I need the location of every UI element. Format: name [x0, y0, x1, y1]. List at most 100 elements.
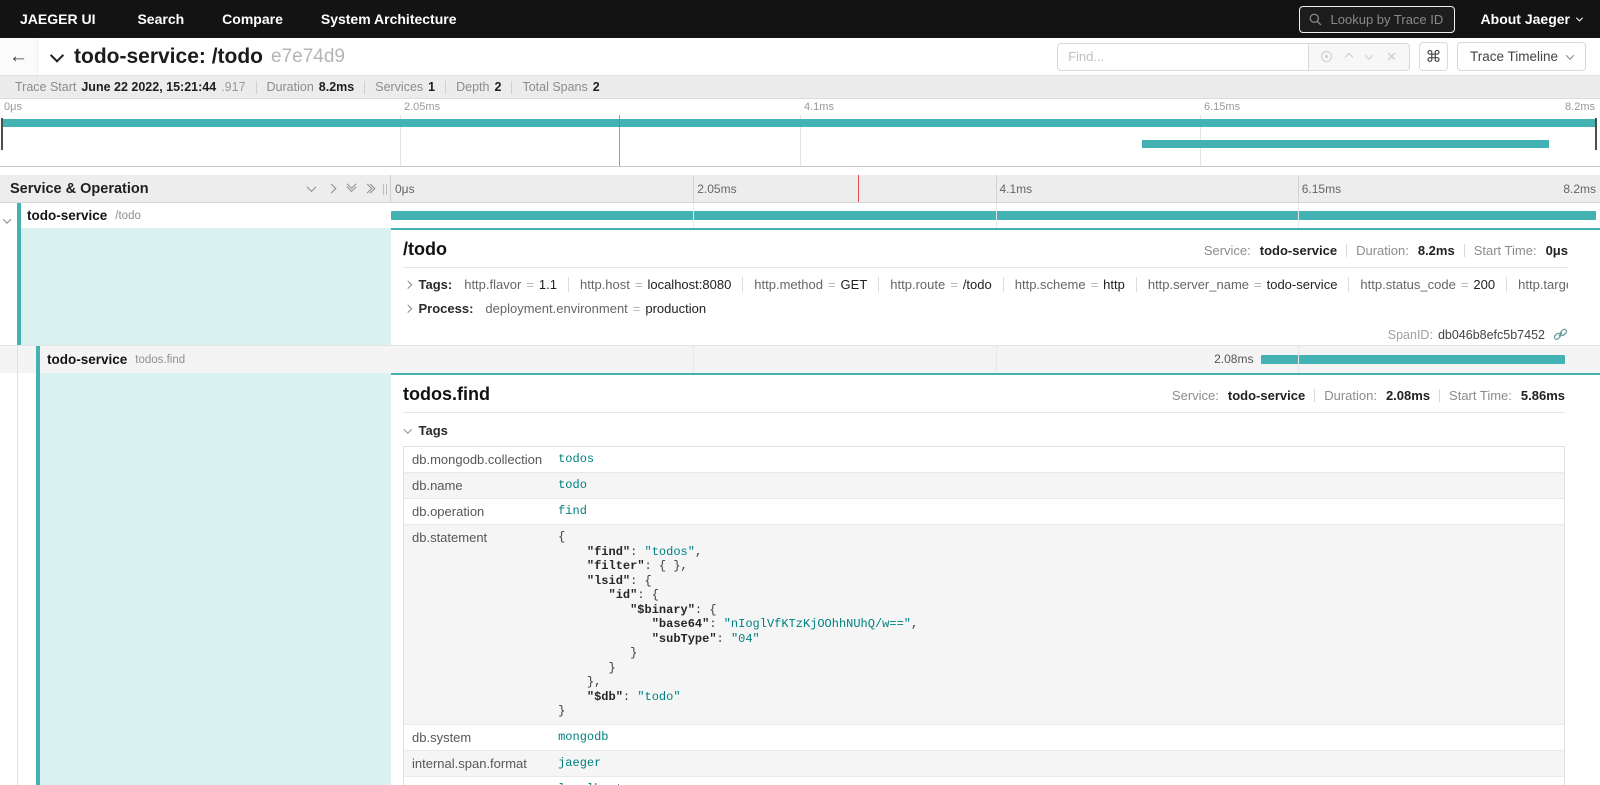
- timeline-ticks-header[interactable]: 0μs2.05ms4.1ms6.15ms8.2ms: [391, 175, 1600, 202]
- tag-table-row: db.operationfind: [404, 499, 1565, 525]
- timeline-gridline: [1298, 346, 1299, 373]
- timeline-minimap[interactable]: 0μs2.05ms4.1ms6.15ms8.2ms: [0, 99, 1600, 168]
- summary-value: 8.2ms: [319, 80, 354, 94]
- tag-pill: http.server_name=todo-service: [1137, 277, 1350, 292]
- indent-guide: [17, 373, 18, 785]
- tag-table-key: db.operation: [404, 499, 551, 525]
- span-duration-bar[interactable]: [391, 211, 1596, 220]
- span-duration-label: 2.08ms: [1214, 352, 1253, 366]
- top-nav: JAEGER UI Search Compare System Architectu…: [0, 0, 1600, 38]
- span-detail-row-todo: /todo Service:todo-serviceDuration:8.2ms…: [0, 228, 1600, 345]
- span-name-column[interactable]: todo-service /todo: [0, 203, 391, 228]
- span-name-column[interactable]: todo-service todos.find: [0, 346, 391, 373]
- nav-item-system-architecture[interactable]: System Architecture: [321, 11, 457, 27]
- jaeger-trace-page: JAEGER UI Search Compare System Architectu…: [0, 0, 1600, 785]
- indent-guide: [17, 346, 18, 373]
- tag-key: http.status_code: [1360, 277, 1455, 292]
- back-button[interactable]: ←: [0, 38, 38, 75]
- span-detail-title: todos.find: [403, 384, 490, 405]
- summary-value: 2: [494, 80, 501, 94]
- timeline-gridline: [693, 175, 694, 202]
- meta-value: 8.2ms: [1418, 243, 1455, 258]
- expand-all-icon[interactable]: [368, 185, 374, 192]
- tick-label: 4.1ms: [1000, 182, 1033, 196]
- nav-item-search[interactable]: Search: [137, 11, 184, 27]
- copy-link-icon[interactable]: [1553, 327, 1568, 342]
- brand[interactable]: JAEGER UI: [20, 11, 95, 27]
- tag-table-value: mongodb: [550, 724, 1564, 750]
- minimap-graph[interactable]: [0, 115, 1600, 167]
- tags-accordion-header[interactable]: Tags: [403, 423, 1565, 438]
- tag-pill: deployment.environment=production: [481, 301, 717, 316]
- keyboard-shortcuts-button[interactable]: ⌘: [1419, 42, 1448, 71]
- tag-key: http.server_name: [1148, 277, 1249, 292]
- timeline-header: Service & Operation 0μs2.05ms4.1ms6.15ms…: [0, 175, 1600, 203]
- tag-value: localhost:8080: [647, 277, 731, 292]
- command-icon: ⌘: [1425, 47, 1441, 67]
- minimap-tick-label: 4.1ms: [804, 101, 834, 113]
- equals-sign: =: [1091, 277, 1099, 292]
- about-jaeger-menu[interactable]: About Jaeger: [1481, 11, 1582, 27]
- equals-sign: =: [526, 277, 534, 292]
- trace-lookup-input[interactable]: [1329, 11, 1445, 28]
- about-jaeger-label: About Jaeger: [1481, 11, 1570, 27]
- tag-value: /todo: [963, 277, 992, 292]
- tag-pill: http.flavor=1.1: [460, 277, 569, 292]
- equals-sign: =: [1254, 277, 1262, 292]
- back-arrow-icon: ←: [9, 47, 28, 66]
- trace-view-label: Trace Timeline: [1470, 49, 1558, 64]
- service-name: todo-service: [47, 352, 127, 367]
- meta-value: todo-service: [1260, 243, 1337, 258]
- process-summary-row[interactable]: Process: deployment.environment=producti…: [403, 301, 1568, 316]
- tick-label: 2.05ms: [697, 182, 736, 196]
- service-operation-title: Service & Operation: [10, 181, 149, 197]
- meta-value: todo-service: [1228, 388, 1305, 403]
- span-label[interactable]: todo-service todos.find: [47, 346, 185, 373]
- span-row-todo[interactable]: todo-service /todo: [0, 203, 1600, 228]
- trace-view-selector[interactable]: Trace Timeline: [1457, 42, 1586, 71]
- tag-key: http.scheme: [1015, 277, 1086, 292]
- trace-lookup-box[interactable]: [1299, 6, 1455, 33]
- expand-one-icon[interactable]: [328, 185, 335, 192]
- find-input[interactable]: [1057, 43, 1309, 71]
- find-next-icon[interactable]: [1366, 54, 1372, 60]
- tag-table-row: db.systemmongodb: [404, 724, 1565, 750]
- chevron-down-icon: [404, 425, 412, 433]
- span-row-todos-find[interactable]: todo-service todos.find 2.08ms: [0, 345, 1600, 373]
- minimap-span-bar: [1142, 140, 1548, 148]
- collapse-deep-icon[interactable]: [348, 186, 355, 192]
- timeline-gridline: [1298, 203, 1299, 228]
- summary-depth: Depth2: [446, 80, 511, 94]
- tag-table-key: db.mongodb.collection: [404, 447, 551, 473]
- minimap-tick-labels: 0μs2.05ms4.1ms6.15ms8.2ms: [0, 99, 1600, 115]
- match-scope-icon[interactable]: [1321, 51, 1332, 62]
- equals-sign: =: [633, 301, 641, 316]
- meta-label: Start Time:: [1449, 388, 1512, 403]
- equals-sign: =: [1461, 277, 1469, 292]
- nav-item-compare[interactable]: Compare: [222, 11, 283, 27]
- span-label[interactable]: todo-service /todo: [27, 203, 141, 228]
- operation-name: todos.find: [135, 354, 185, 366]
- column-resizer-handle[interactable]: [383, 184, 387, 195]
- collapse-all-icon[interactable]: [308, 185, 315, 192]
- collapse-trace-chevron-icon[interactable]: [50, 48, 64, 62]
- span-id-label: SpanID:: [1388, 328, 1433, 342]
- tick-label: 0μs: [395, 182, 415, 196]
- span-timeline-cell[interactable]: 2.08ms: [391, 346, 1600, 373]
- span-id-row: SpanID: db046b8efc5b7452: [403, 327, 1568, 342]
- summary-value: 1: [428, 80, 435, 94]
- service-operation-header: Service & Operation: [0, 175, 391, 202]
- trace-title: todo-service: /todo: [74, 45, 263, 69]
- chevron-right-icon: [404, 281, 412, 289]
- top-nav-right: About Jaeger: [1299, 6, 1582, 33]
- span-timeline-cell[interactable]: [391, 203, 1600, 228]
- span-collapse-chevron-icon[interactable]: [4, 211, 10, 229]
- find-prev-icon[interactable]: [1346, 54, 1352, 60]
- find-clear-icon[interactable]: ✕: [1386, 49, 1397, 65]
- tags-summary-row[interactable]: Tags: http.flavor=1.1http.host=localhost…: [403, 277, 1568, 292]
- minimap-right-scrub-handle[interactable]: [1595, 118, 1597, 150]
- span-duration-bar[interactable]: [1261, 355, 1564, 364]
- timeline-gridline: [693, 346, 694, 373]
- minimap-left-scrub-handle[interactable]: [1, 118, 3, 150]
- tag-table-row: db.statement{ "find": "todos", "filter":…: [404, 525, 1565, 725]
